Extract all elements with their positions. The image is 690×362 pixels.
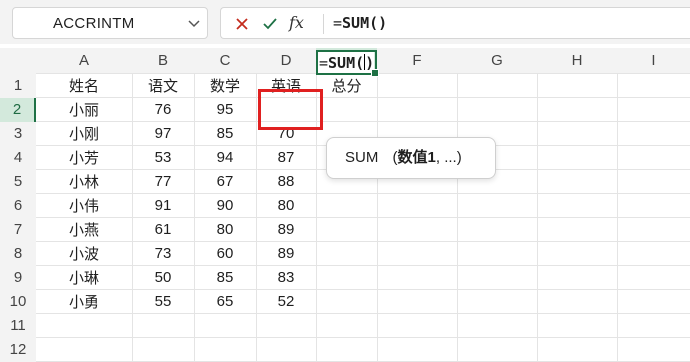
cell-a3[interactable]: 小刚 xyxy=(36,122,132,146)
cell-b10[interactable]: 55 xyxy=(132,290,194,314)
select-all-corner[interactable] xyxy=(0,48,36,74)
cell-c9[interactable]: 85 xyxy=(194,266,256,290)
cell-b8[interactable]: 73 xyxy=(132,242,194,266)
divider xyxy=(323,14,324,34)
fill-handle[interactable] xyxy=(371,69,379,77)
tooltip-function-name[interactable]: SUM xyxy=(345,149,378,166)
cell-c8[interactable]: 60 xyxy=(194,242,256,266)
cell-c7[interactable]: 80 xyxy=(194,218,256,242)
cell-e1[interactable]: 总分 xyxy=(316,74,377,98)
column-header-h[interactable]: H xyxy=(537,48,617,74)
active-cell-border[interactable] xyxy=(316,50,379,77)
cell-d5[interactable]: 88 xyxy=(256,170,316,194)
cell-c3[interactable]: 85 xyxy=(194,122,256,146)
cell-b1[interactable]: 语文 xyxy=(132,74,194,98)
cell-a10[interactable]: 小勇 xyxy=(36,290,132,314)
cell-b9[interactable]: 50 xyxy=(132,266,194,290)
grid-line xyxy=(36,337,690,338)
cell-d10[interactable]: 52 xyxy=(256,290,316,314)
cell-c5[interactable]: 67 xyxy=(194,170,256,194)
column-header-f[interactable]: F xyxy=(377,48,457,74)
tooltip-arg: 数值1 xyxy=(397,149,436,166)
row-header-4[interactable]: 4 xyxy=(0,146,36,170)
grid-line xyxy=(457,74,458,362)
row-header-10[interactable]: 10 xyxy=(0,290,36,314)
cell-b6[interactable]: 91 xyxy=(132,194,194,218)
row-header-8[interactable]: 8 xyxy=(0,242,36,266)
cell-c1[interactable]: 数学 xyxy=(194,74,256,98)
cell-c4[interactable]: 94 xyxy=(194,146,256,170)
grid-line xyxy=(617,74,618,362)
grid-line xyxy=(537,74,538,362)
cell-d6[interactable]: 80 xyxy=(256,194,316,218)
column-header-i[interactable]: I xyxy=(617,48,690,74)
column-header-b[interactable]: B xyxy=(132,48,194,74)
formula-equals: = xyxy=(333,14,343,32)
cell-a2[interactable]: 小丽 xyxy=(36,98,132,122)
column-header-g[interactable]: G xyxy=(457,48,537,74)
close-icon[interactable] xyxy=(233,15,251,33)
formula-bar: ACCRINTM fx =SUM() xyxy=(0,0,690,44)
cell-a6[interactable]: 小伟 xyxy=(36,194,132,218)
checkmark-icon[interactable] xyxy=(261,15,279,33)
column-header-d[interactable]: D xyxy=(256,48,316,74)
cell-c2[interactable]: 95 xyxy=(194,98,256,122)
fx-icon[interactable]: fx xyxy=(289,13,304,32)
tooltip-rest: , ...) xyxy=(435,149,462,166)
function-tooltip: SUM (数值1, ...) xyxy=(326,137,496,179)
cell-b7[interactable]: 61 xyxy=(132,218,194,242)
row-header-7[interactable]: 7 xyxy=(0,218,36,242)
cell-d7[interactable]: 89 xyxy=(256,218,316,242)
row-header-6[interactable]: 6 xyxy=(0,194,36,218)
row-header-11[interactable]: 11 xyxy=(0,314,36,338)
name-box[interactable]: ACCRINTM xyxy=(12,7,208,39)
cell-d8[interactable]: 89 xyxy=(256,242,316,266)
name-box-value: ACCRINTM xyxy=(53,15,135,32)
cell-a5[interactable]: 小林 xyxy=(36,170,132,194)
cell-c6[interactable]: 90 xyxy=(194,194,256,218)
highlight-box xyxy=(258,89,323,130)
formula-panel: fx =SUM() xyxy=(220,7,690,39)
row-header-5[interactable]: 5 xyxy=(0,170,36,194)
cell-a7[interactable]: 小燕 xyxy=(36,218,132,242)
row-header-2[interactable]: 2 xyxy=(0,98,36,122)
cell-b4[interactable]: 53 xyxy=(132,146,194,170)
cell-b2[interactable]: 76 xyxy=(132,98,194,122)
row-header-9[interactable]: 9 xyxy=(0,266,36,290)
cell-a1[interactable]: 姓名 xyxy=(36,74,132,98)
row-header-3[interactable]: 3 xyxy=(0,122,36,146)
cell-a9[interactable]: 小琳 xyxy=(36,266,132,290)
cell-c10[interactable]: 65 xyxy=(194,290,256,314)
formula-text: SUM() xyxy=(342,14,388,32)
row-header-1[interactable]: 1 xyxy=(0,74,36,98)
cell-a4[interactable]: 小芳 xyxy=(36,146,132,170)
column-header-c[interactable]: C xyxy=(194,48,256,74)
grid-line xyxy=(377,74,378,362)
cell-d4[interactable]: 87 xyxy=(256,146,316,170)
cell-b3[interactable]: 97 xyxy=(132,122,194,146)
row-header-12[interactable]: 12 xyxy=(0,338,36,362)
chevron-down-icon[interactable] xyxy=(185,14,203,32)
cell-a8[interactable]: 小波 xyxy=(36,242,132,266)
cell-b5[interactable]: 77 xyxy=(132,170,194,194)
column-header-a[interactable]: A xyxy=(36,48,132,74)
formula-input[interactable]: =SUM() xyxy=(333,14,387,32)
cell-d9[interactable]: 83 xyxy=(256,266,316,290)
